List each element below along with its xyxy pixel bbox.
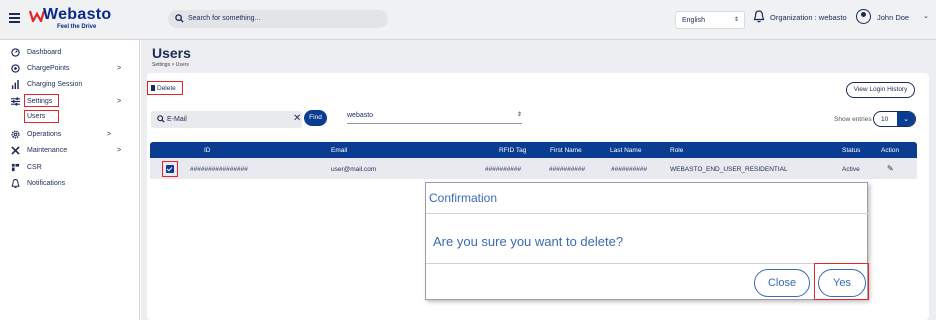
col-header-status[interactable]: Status — [842, 147, 860, 154]
select-arrows-icon: ⇕ — [516, 112, 522, 118]
search-icon — [157, 115, 165, 123]
edit-pencil-icon[interactable]: ✎ — [887, 164, 894, 173]
sidebar-item-label: Dashboard — [27, 49, 62, 56]
cell-email: user@mail.com — [331, 166, 377, 173]
sidebar-item-dashboard[interactable]: Dashboard — [0, 46, 140, 60]
view-login-history-button[interactable]: View Login History — [846, 82, 915, 98]
settings-highlight-box — [24, 94, 59, 107]
cell-last-name: ########## — [611, 166, 648, 173]
bar-chart-icon — [11, 80, 19, 89]
chargepoint-icon — [11, 64, 20, 73]
table-header: ID Email RFID Tag First Name Last Name R… — [150, 142, 917, 158]
sidebar: Dashboard ChargePoints > Charging Sessio… — [0, 40, 140, 320]
dialog-message: Are you sure you want to delete? — [433, 234, 624, 249]
chevron-right-icon: > — [107, 131, 112, 138]
sidebar-item-label: Maintenance — [27, 147, 68, 154]
cell-rfid: ########## — [485, 166, 522, 173]
user-name[interactable]: John Doe — [877, 13, 909, 22]
show-entries-value: 10 — [881, 116, 889, 123]
language-value: English — [682, 17, 705, 24]
sidebar-item-operations[interactable]: Operations > — [0, 128, 140, 142]
email-placeholder: E-Mail — [167, 116, 187, 123]
organization-label[interactable]: Organization : webasto — [770, 13, 847, 22]
col-header-id[interactable]: ID — [204, 147, 211, 154]
sidebar-item-notifications[interactable]: Notifications — [0, 177, 140, 191]
chevron-right-icon: > — [117, 65, 122, 72]
dashboard-icon — [11, 48, 20, 57]
sidebar-item-label: CSR — [27, 164, 42, 171]
col-header-email[interactable]: Email — [331, 147, 347, 154]
sidebar-item-label: Charging Session — [27, 81, 83, 88]
webasto-logo[interactable]: Webasto Feel the Drive — [27, 6, 117, 33]
checkbox-highlight-box — [162, 161, 178, 177]
chevron-down-icon: ⌄ — [897, 112, 915, 126]
col-header-rfid[interactable]: RFID Tag — [499, 147, 526, 154]
sidebar-item-label: ChargePoints — [27, 65, 70, 72]
bell-icon — [11, 179, 20, 188]
sidebar-item-maintenance[interactable]: Maintenance > — [0, 144, 140, 158]
page-title: Users — [152, 45, 191, 61]
clear-icon[interactable]: ✕ — [293, 113, 301, 124]
sidebar-item-chargepoints[interactable]: ChargePoints > — [0, 62, 140, 76]
gear-icon — [11, 130, 20, 139]
col-header-first-name[interactable]: First Name — [550, 147, 582, 154]
global-search-input[interactable]: Search for something... — [168, 10, 388, 28]
search-icon — [175, 14, 184, 23]
sidebar-item-charging-session[interactable]: Charging Session — [0, 78, 140, 92]
sidebar-item-label: Notifications — [27, 180, 66, 187]
logo-text: Webasto — [43, 6, 112, 23]
avatar[interactable] — [856, 9, 871, 24]
organization-value: webasto — [347, 112, 374, 119]
delete-highlight-box — [147, 81, 183, 95]
sliders-icon — [11, 97, 20, 106]
table-row[interactable]: ################ user@mail.com #########… — [150, 158, 917, 179]
show-entries-select[interactable]: 10 ⌄ — [873, 111, 916, 127]
sidebar-item-users[interactable]: Users — [0, 110, 140, 124]
chevron-down-icon[interactable]: ⌄ — [923, 12, 929, 20]
sidebar-item-settings[interactable]: Settings > — [0, 95, 140, 109]
cell-role: WEBASTO_END_USER_RESIDENTIAL — [670, 166, 788, 173]
select-arrows-icon: ⇕ — [733, 17, 739, 23]
chevron-right-icon: > — [117, 147, 122, 154]
cell-first-name: ########## — [549, 166, 586, 173]
search-placeholder: Search for something... — [188, 15, 261, 22]
close-button[interactable]: Close — [754, 269, 810, 297]
dialog-title: Confirmation — [429, 191, 498, 205]
show-entries-label: Show entries — [834, 116, 872, 123]
users-highlight-box — [24, 110, 59, 123]
sidebar-item-csr[interactable]: CSR — [0, 161, 140, 175]
bell-icon[interactable] — [753, 10, 765, 23]
organization-select[interactable]: webasto ⇕ — [347, 110, 522, 124]
breadcrumb[interactable]: Settings > Users — [152, 62, 189, 68]
sidebar-item-label: Operations — [27, 131, 62, 138]
yes-highlight-box — [814, 263, 869, 300]
tools-icon — [11, 146, 20, 155]
logo-tagline: Feel the Drive — [57, 24, 97, 30]
confirmation-dialog: Confirmation Are you sure you want to de… — [425, 182, 869, 300]
language-select[interactable]: English ⇕ — [675, 11, 745, 29]
col-header-action: Action — [881, 147, 900, 154]
cell-status: Active — [842, 166, 860, 173]
top-bar: Webasto Feel the Drive Search for someth… — [0, 0, 936, 40]
chevron-right-icon: > — [117, 98, 122, 105]
hamburger-menu-icon[interactable] — [9, 13, 20, 23]
divider — [426, 263, 869, 264]
find-button[interactable]: Find — [304, 110, 327, 126]
col-header-role[interactable]: Role — [670, 147, 683, 154]
csr-icon — [11, 163, 20, 172]
col-header-last-name[interactable]: Last Name — [610, 147, 641, 154]
cell-id: ################ — [190, 166, 248, 173]
divider — [426, 213, 869, 214]
email-search-input[interactable]: E-Mail ✕ — [151, 111, 302, 128]
